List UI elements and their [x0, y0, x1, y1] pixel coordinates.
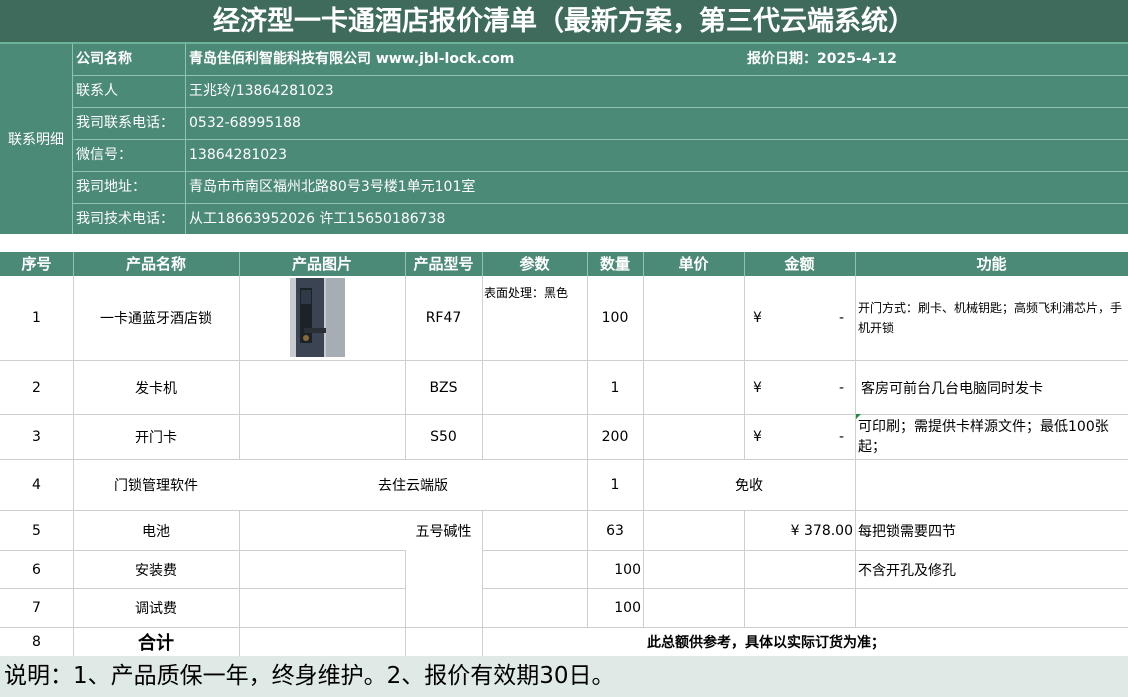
model: S50	[430, 429, 457, 445]
function: 开门方式：刷卡、机械钥匙；高频飞利浦芯片，手机开锁	[858, 301, 1123, 335]
qty: 100	[614, 561, 641, 578]
col-header: 参数	[519, 255, 550, 273]
amount: 免收	[735, 478, 763, 494]
contact-value: 13864281023	[189, 147, 287, 163]
amount: ¥ 378.00	[790, 522, 853, 539]
currency: ¥	[753, 379, 762, 396]
total-label: 合计	[138, 633, 174, 654]
amount: -	[838, 379, 844, 396]
col-header: 产品型号	[413, 255, 474, 273]
unit-price	[643, 415, 744, 459]
row-no: 3	[32, 429, 41, 445]
function: 不含开孔及修孔	[858, 562, 956, 579]
qty: 1	[610, 379, 620, 396]
currency: ¥	[753, 310, 762, 326]
row-no: 4	[32, 477, 41, 493]
function: 客房可前台几台电脑同时发卡	[861, 380, 1043, 397]
qty: 100	[614, 600, 641, 616]
product-name: 电池	[142, 523, 170, 540]
row-no: 5	[32, 522, 41, 539]
contact-row-address: 我司地址： 青岛市市南区福州北路80号3号楼1单元101室	[73, 172, 1128, 204]
model: BZS	[429, 379, 458, 396]
row-no: 6	[32, 561, 41, 578]
function	[858, 460, 1124, 510]
contact-label: 公司名称	[76, 51, 132, 67]
row-no: 8	[32, 634, 41, 650]
col-header: 数量	[599, 255, 630, 273]
product-name: 门锁管理软件	[114, 478, 198, 494]
contact-value: 从工18663952026 许工15650186738	[189, 211, 446, 227]
contact-label: 我司技术电话：	[76, 211, 174, 227]
row-no: 2	[32, 379, 41, 396]
col-header: 单价	[678, 255, 709, 273]
col-header: 产品图片	[291, 255, 352, 273]
contact-row-company: 公司名称 青岛佳佰利智能科技有限公司 www.jbl-lock.com 报价日期…	[73, 44, 1128, 76]
qty: 100	[601, 310, 629, 326]
function: 每把锁需要四节	[858, 523, 956, 540]
product-name: 调试费	[135, 601, 177, 617]
software-version: 去住云端版	[378, 478, 448, 494]
col-header: 金额	[784, 255, 815, 273]
product-name: 安装费	[135, 562, 177, 579]
qty: 200	[601, 429, 629, 445]
unit-price	[643, 361, 744, 414]
page-title: 经济型一卡通酒店报价清单（最新方案，第三代云端系统）	[0, 0, 1128, 44]
product-name: 发卡机	[135, 380, 177, 397]
col-header: 产品名称	[125, 255, 186, 273]
contact-label: 联系人	[76, 83, 118, 99]
contact-label: 我司联系电话：	[76, 115, 174, 131]
contact-value: 0532-68995188	[189, 115, 301, 131]
qty: 63	[606, 522, 624, 539]
product-name: 开门卡	[135, 430, 177, 446]
model: 五号碱性	[415, 523, 472, 540]
qty: 1	[610, 477, 620, 493]
quote-date: 报价日期：2025-4-12	[747, 51, 897, 67]
function: 可印刷；需提供卡样源文件；最低100张起；	[858, 419, 1109, 455]
contact-side-label: 联系明细	[0, 44, 73, 234]
row-no: 7	[32, 600, 41, 616]
contact-value: 青岛佳佰利智能科技有限公司 www.jbl-lock.com	[189, 51, 515, 67]
contact-row-phone: 我司联系电话： 0532-68995188	[73, 108, 1128, 140]
contact-row-wechat: 微信号： 13864281023	[73, 140, 1128, 172]
currency: ¥	[753, 429, 762, 445]
contact-row-person: 联系人 王兆玲/13864281023	[73, 76, 1128, 108]
amount: -	[838, 310, 844, 326]
col-header: 功能	[976, 255, 1007, 273]
footer-note: 说明：1、产品质保一年，终身维护。2、报价有效期30日。	[0, 656, 1128, 697]
contact-label: 微信号：	[76, 147, 132, 163]
col-header: 序号	[21, 255, 52, 273]
param: 表面处理：黑色	[484, 286, 569, 300]
product-name: 一卡通蓝牙酒店锁	[100, 311, 212, 327]
amount: -	[838, 429, 844, 445]
unit-price	[643, 276, 744, 360]
contact-row-tech-phone: 我司技术电话： 从工18663952026 许工15650186738	[73, 204, 1128, 235]
row-no: 1	[32, 310, 41, 326]
contact-value: 王兆玲/13864281023	[189, 83, 334, 99]
total-note: 此总额供参考，具体以实际订货为准；	[647, 635, 885, 651]
model: RF47	[425, 310, 462, 326]
contact-value: 青岛市市南区福州北路80号3号楼1单元101室	[189, 179, 476, 195]
contact-label: 我司地址：	[76, 179, 146, 195]
lock-photo	[290, 278, 345, 357]
